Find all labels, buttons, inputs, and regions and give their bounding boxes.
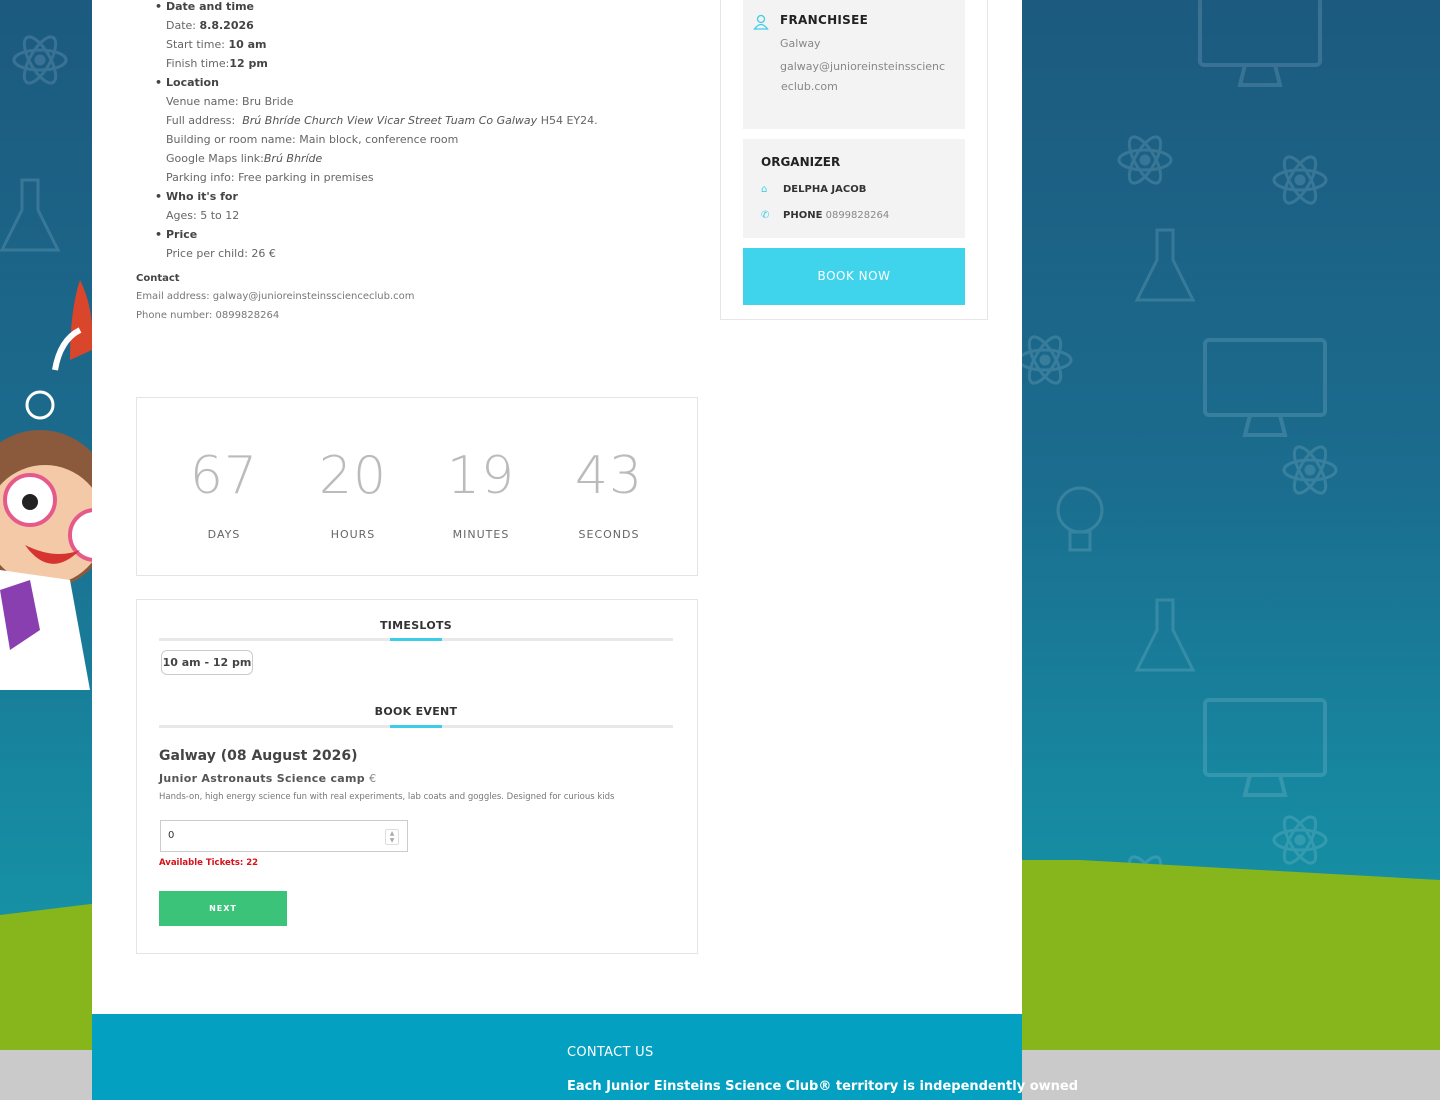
franchisee-name: Galway [780, 37, 821, 50]
who-heading: Who it's for [136, 190, 696, 209]
venue-row: Venue name: Bru Bride [166, 95, 294, 108]
ticket-currency: € [369, 772, 377, 785]
event-details: Date and time Date: 8.8.2026 Start time:… [136, 0, 696, 328]
ticket-name: Junior Astronauts Science camp € [159, 772, 377, 785]
cartoon-scientist-illustration [0, 270, 95, 710]
franchisee-card: FRANCHISEE Galway galway@junioreinsteins… [743, 0, 965, 129]
seconds-label: SECONDS [578, 528, 640, 541]
ages-row: Ages: 5 to 12 [166, 209, 240, 222]
minutes-value: 19 [446, 446, 516, 506]
phone-value: 0899828264 [825, 210, 890, 221]
footer-contact-us: CONTACT US [567, 1045, 654, 1060]
days-value: 67 [189, 446, 259, 506]
address-link[interactable]: Brú Bhríde Church View Vicar Street Tuam… [242, 114, 537, 127]
countdown-minutes: 19 MINUTES [426, 442, 536, 541]
timeslots-title: TIMESLOTS [379, 619, 453, 632]
finish-time-row: Finish time:12 pm [166, 57, 268, 70]
google-maps-link[interactable]: Brú Bhríde [264, 152, 322, 165]
home-icon: ⌂ [761, 184, 768, 195]
organizer-title: ORGANIZER [761, 155, 841, 169]
date-time-heading: Date and time [136, 0, 696, 19]
full-address-row: Full address: Brú Bhríde Church View Vic… [166, 114, 598, 127]
building-row: Building or room name: Main block, confe… [166, 133, 459, 146]
contact-block: Contact Email address: galway@junioreins… [136, 272, 696, 328]
contact-heading: Contact [136, 273, 180, 284]
phone-icon: ✆ [761, 210, 770, 221]
countdown-hours: 20 HOURS [298, 442, 408, 541]
organizer-card: ORGANIZER ⌂ DELPHA JACOB ✆ PHONE 089982826… [743, 139, 965, 238]
contact-phone: Phone number: 0899828264 [136, 310, 280, 321]
countdown-timer: 67 DAYS 20 HOURS 19 MINUTES 43 SECONDS [136, 397, 698, 576]
franchisee-email-line1[interactable]: galway@junioreinsteinsscienc [780, 57, 945, 77]
event-date-title: Galway (08 August 2026) [159, 748, 358, 764]
quantity-value: 0 [168, 830, 175, 841]
price-row: Price per child: 26 € [166, 247, 276, 260]
contact-email: Email address: galway@junioreinsteinssci… [136, 291, 415, 302]
booking-panel: TIMESLOTS 10 am - 12 pm BOOK EVENT Galwa… [136, 599, 698, 954]
book-event-divider [159, 725, 673, 728]
event-page-content: Date and time Date: 8.8.2026 Start time:… [92, 0, 1022, 1014]
timeslots-divider [159, 638, 673, 641]
hours-value: 20 [318, 446, 388, 506]
location-heading: Location [136, 76, 696, 95]
date-row: Date: 8.8.2026 [166, 19, 254, 32]
book-event-title: BOOK EVENT [374, 705, 458, 718]
next-button[interactable]: NEXT [159, 891, 287, 926]
organizer-name: DELPHA JACOB [783, 184, 867, 195]
countdown-days: 67 DAYS [169, 442, 279, 541]
phone-label: PHONE [783, 210, 823, 221]
ticket-quantity-input[interactable]: 0 ▲ ▼ [160, 820, 408, 852]
date-value: 8.8.2026 [199, 19, 254, 32]
ticket-description: Hands-on, high energy science fun with r… [159, 792, 615, 802]
hours-label: HOURS [330, 528, 376, 541]
book-now-button[interactable]: BOOK NOW [743, 248, 965, 305]
countdown-seconds: 43 SECONDS [554, 442, 664, 541]
footer-ownership-text: Each Junior Einsteins Science Club® terr… [567, 1079, 1079, 1094]
quantity-stepper[interactable]: ▲ ▼ [385, 829, 399, 845]
site-footer: CONTACT US Each Junior Einsteins Science… [92, 1014, 1078, 1100]
organizer-phone-row: ✆ PHONE 0899828264 [761, 210, 889, 221]
days-label: DAYS [207, 528, 241, 541]
available-tickets: Available Tickets: 22 [159, 858, 259, 868]
user-icon [753, 14, 769, 30]
price-heading: Price [136, 228, 696, 247]
event-sidebar: FRANCHISEE Galway galway@junioreinsteins… [720, 0, 988, 320]
parking-row: Parking info: Free parking in premises [166, 171, 374, 184]
finish-time-value: 12 pm [229, 57, 268, 70]
franchisee-title: FRANCHISEE [780, 13, 869, 27]
start-time-row: Start time: 10 am [166, 38, 267, 51]
maps-row: Google Maps link:Brú Bhríde [166, 152, 323, 165]
organizer-name-row: ⌂ DELPHA JACOB [761, 184, 866, 195]
franchisee-email-line2[interactable]: eclub.com [781, 77, 838, 97]
minutes-label: MINUTES [452, 528, 510, 541]
start-time-value: 10 am [228, 38, 267, 51]
seconds-value: 43 [574, 446, 644, 506]
timeslot-button[interactable]: 10 am - 12 pm [161, 650, 253, 675]
